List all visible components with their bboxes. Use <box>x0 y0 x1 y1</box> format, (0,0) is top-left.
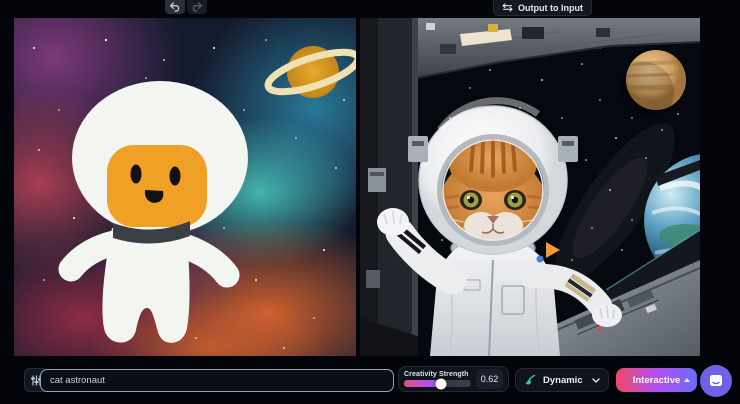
helmet-latch-right <box>558 136 578 162</box>
undo-button[interactable] <box>165 0 185 14</box>
paintbrush-icon <box>524 374 536 386</box>
input-canvas-art <box>14 18 356 356</box>
prompt-input[interactable] <box>40 369 394 392</box>
output-to-input-label: Output to Input <box>518 2 583 13</box>
creativity-strength-control: Creativity Strength 0.62 <box>398 366 509 392</box>
chevron-down-icon <box>592 377 600 383</box>
output-to-input-button[interactable]: Output to Input <box>493 0 592 16</box>
helmet-latch-left <box>408 136 428 162</box>
ceiling-label-yellow <box>488 24 498 32</box>
input-drawing-canvas[interactable] <box>14 18 356 356</box>
redo-icon <box>191 2 203 12</box>
cat-eye-right <box>504 190 526 210</box>
suit-emblem-dot <box>536 255 544 263</box>
caret-up-icon <box>684 378 690 382</box>
chat-bubble-icon <box>708 373 724 389</box>
spacecraft-door-frame <box>360 18 418 356</box>
chat-widget-button[interactable] <box>700 365 732 397</box>
doodle-eye-right <box>169 166 181 186</box>
ceiling-vent <box>522 27 544 39</box>
creativity-slider-thumb[interactable] <box>435 378 447 389</box>
interactive-mode-button[interactable]: Interactive <box>616 368 697 392</box>
style-dropdown[interactable]: Dynamic <box>515 368 609 392</box>
redo-button[interactable] <box>187 0 207 14</box>
doodle-eye-left <box>130 164 142 184</box>
output-image-canvas[interactable] <box>360 18 700 356</box>
style-dropdown-value: Dynamic <box>543 374 583 386</box>
undo-icon <box>169 2 181 12</box>
cat-eye-left <box>460 190 482 210</box>
interactive-button-label: Interactive <box>632 374 681 386</box>
creativity-value[interactable]: 0.62 <box>476 369 503 389</box>
creativity-strength-label: Creativity Strength <box>404 371 469 378</box>
doodle-face <box>107 145 207 227</box>
creativity-slider[interactable] <box>404 378 471 389</box>
swap-arrows-icon <box>502 3 513 12</box>
output-canvas-art <box>360 18 700 356</box>
